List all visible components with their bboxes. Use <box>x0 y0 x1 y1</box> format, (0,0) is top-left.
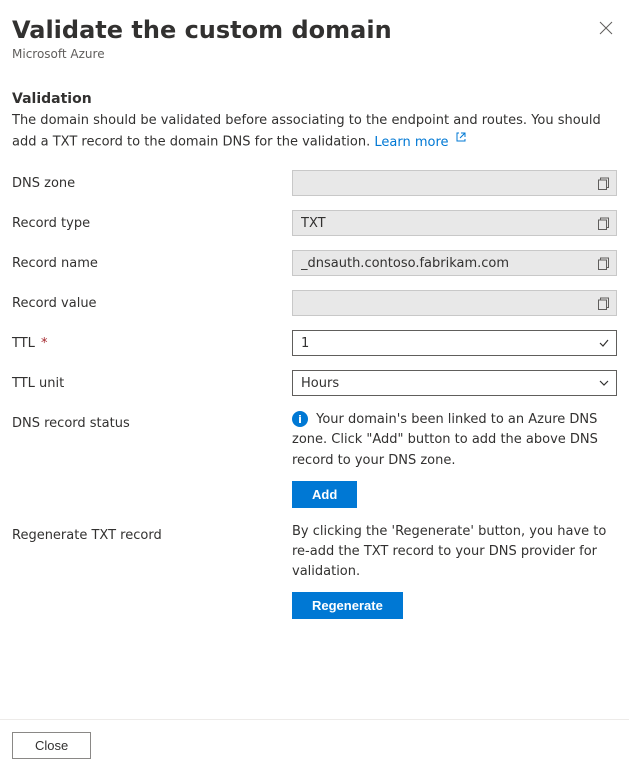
label-regenerate: Regenerate TXT record <box>12 522 292 543</box>
close-button[interactable]: Close <box>12 732 91 759</box>
status-message: Your domain's been linked to an Azure DN… <box>292 412 598 467</box>
add-button[interactable]: Add <box>292 481 357 508</box>
label-record-value: Record value <box>12 290 292 311</box>
row-regenerate: Regenerate TXT record By clicking the 'R… <box>12 522 617 619</box>
ttl-unit-value: Hours <box>301 376 339 391</box>
label-dns-record-status: DNS record status <box>12 410 292 431</box>
row-record-value: Record value <box>12 290 617 316</box>
page-title: Validate the custom domain <box>12 16 392 45</box>
panel-header: Validate the custom domain Microsoft Azu… <box>12 16 617 61</box>
label-ttl-unit: TTL unit <box>12 370 292 391</box>
row-record-name: Record name _dnsauth.contoso.fabrikam.co… <box>12 250 617 276</box>
info-icon: i <box>292 411 308 427</box>
regenerate-text: By clicking the 'Regenerate' button, you… <box>292 522 617 582</box>
learn-more-label: Learn more <box>374 135 448 150</box>
ttl-label-text: TTL <box>12 336 35 351</box>
copy-icon[interactable] <box>597 257 610 270</box>
copy-icon[interactable] <box>597 177 610 190</box>
row-dns-zone: DNS zone <box>12 170 617 196</box>
check-icon <box>598 337 610 349</box>
ttl-value: 1 <box>301 336 309 351</box>
chevron-down-icon <box>598 377 610 389</box>
learn-more-link[interactable]: Learn more <box>374 135 466 150</box>
row-record-type: Record type TXT <box>12 210 617 236</box>
record-value-field <box>292 290 617 316</box>
dns-zone-field <box>292 170 617 196</box>
copy-icon[interactable] <box>597 217 610 230</box>
external-link-icon <box>455 130 467 150</box>
regenerate-button[interactable]: Regenerate <box>292 592 403 619</box>
panel-footer: Close <box>0 719 629 771</box>
record-type-field: TXT <box>292 210 617 236</box>
label-dns-zone: DNS zone <box>12 170 292 191</box>
required-marker: * <box>37 336 48 351</box>
validation-description-text: The domain should be validated before as… <box>12 113 601 150</box>
label-record-type: Record type <box>12 210 292 231</box>
dns-record-status-text: i Your domain's been linked to an Azure … <box>292 410 617 470</box>
validation-description: The domain should be validated before as… <box>12 111 612 153</box>
copy-icon[interactable] <box>597 297 610 310</box>
record-name-value: _dnsauth.contoso.fabrikam.com <box>301 256 509 271</box>
page-subtitle: Microsoft Azure <box>12 47 392 61</box>
row-ttl: TTL * 1 <box>12 330 617 356</box>
header-text: Validate the custom domain Microsoft Azu… <box>12 16 392 61</box>
ttl-input[interactable]: 1 <box>292 330 617 356</box>
record-type-value: TXT <box>301 216 326 231</box>
label-record-name: Record name <box>12 250 292 271</box>
ttl-unit-select[interactable]: Hours <box>292 370 617 396</box>
row-ttl-unit: TTL unit Hours <box>12 370 617 396</box>
row-dns-record-status: DNS record status i Your domain's been l… <box>12 410 617 507</box>
validation-section-title: Validation <box>12 91 617 107</box>
label-ttl: TTL * <box>12 330 292 351</box>
record-name-field: _dnsauth.contoso.fabrikam.com <box>292 250 617 276</box>
close-icon[interactable] <box>595 16 617 43</box>
